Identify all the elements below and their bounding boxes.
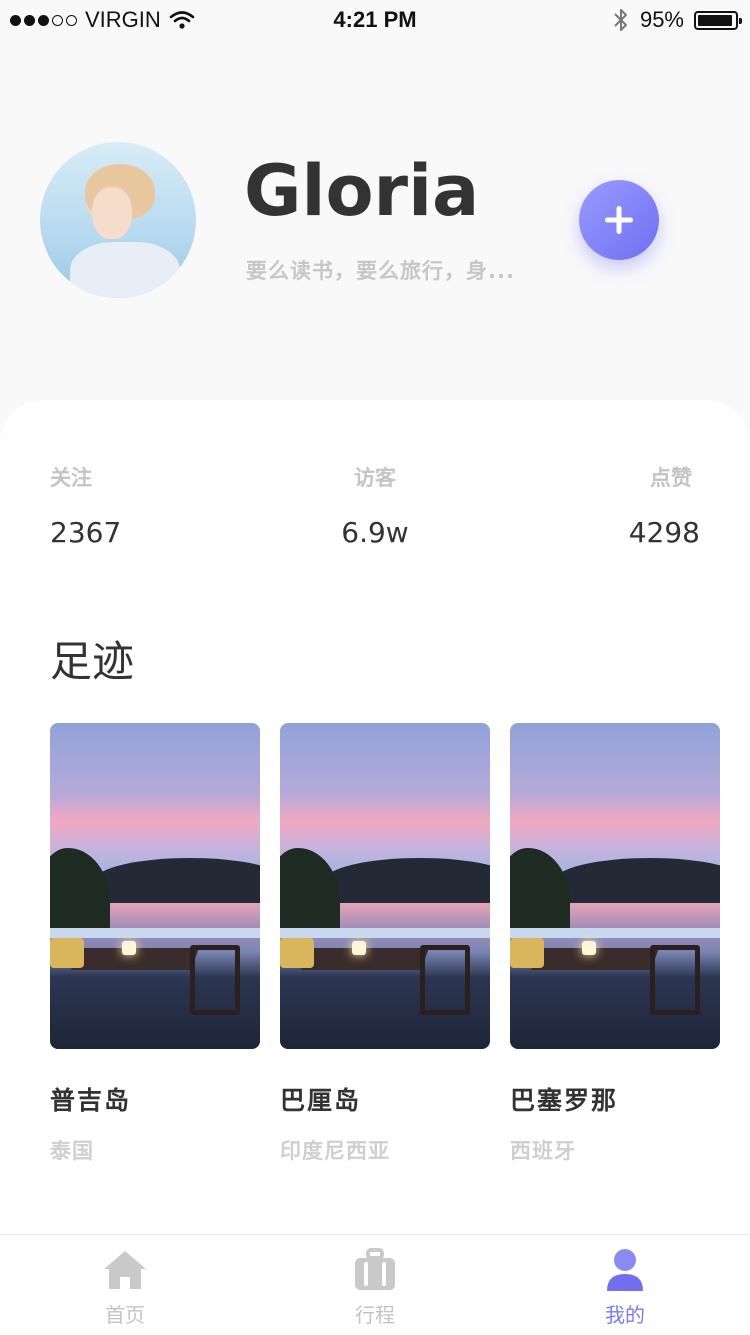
- tab-mine[interactable]: 我的: [500, 1235, 750, 1335]
- trip-photo: [280, 723, 490, 1049]
- stat-label: 点赞: [650, 466, 692, 490]
- trip-name: 普吉岛: [50, 1086, 132, 1115]
- stat-value: 2367: [50, 516, 122, 549]
- stat-value: 6.9w: [341, 516, 409, 549]
- suitcase-icon: [355, 1248, 395, 1290]
- trip-photo: [50, 723, 260, 1049]
- trip-card[interactable]: 巴塞罗那 西班牙: [510, 723, 720, 1165]
- profile-bio: 要么读书，要么旅行，身...: [246, 259, 515, 283]
- tab-label: 行程: [355, 1303, 395, 1327]
- tab-trips[interactable]: 行程: [250, 1235, 500, 1335]
- stat-value: 4298: [628, 516, 700, 549]
- stat-likes[interactable]: 点赞 4298: [600, 462, 700, 549]
- stat-following[interactable]: 关注 2367: [50, 462, 122, 549]
- trip-card[interactable]: 普吉岛 泰国: [50, 723, 260, 1165]
- stat-label: 关注: [50, 466, 92, 490]
- battery-icon: [694, 10, 742, 30]
- user-icon: [607, 1249, 643, 1291]
- trip-photo: [510, 723, 720, 1049]
- footprints-title: 足迹: [50, 637, 135, 686]
- profile-card: 关注 2367 访客 6.9w 点赞 4298 足迹 普吉岛 泰国 巴厘岛 印度…: [0, 400, 750, 1334]
- avatar[interactable]: [40, 142, 196, 298]
- trip-card[interactable]: 巴厘岛 印度尼西亚: [280, 723, 490, 1165]
- stat-visitors[interactable]: 访客 6.9w: [325, 462, 425, 549]
- stat-label: 访客: [354, 466, 396, 490]
- plus-icon: [605, 206, 633, 234]
- home-icon: [104, 1251, 146, 1289]
- trip-country: 西班牙: [510, 1139, 576, 1163]
- trip-country: 印度尼西亚: [280, 1139, 390, 1163]
- trip-name: 巴塞罗那: [510, 1086, 619, 1115]
- battery-percent: 95%: [639, 7, 684, 32]
- tab-label: 首页: [105, 1303, 145, 1327]
- bluetooth-icon: [614, 9, 627, 31]
- trip-country: 泰国: [50, 1139, 94, 1163]
- trip-name: 巴厘岛: [280, 1086, 362, 1115]
- tab-label: 我的: [605, 1303, 645, 1327]
- status-right: 95%: [612, 7, 742, 33]
- profile-name: Gloria: [244, 150, 480, 232]
- status-bar: VIRGIN 4:21 PM 95%: [0, 0, 750, 40]
- add-button[interactable]: [579, 180, 659, 260]
- tab-home[interactable]: 首页: [0, 1235, 250, 1335]
- tab-bar: 首页 行程 我的: [0, 1234, 750, 1334]
